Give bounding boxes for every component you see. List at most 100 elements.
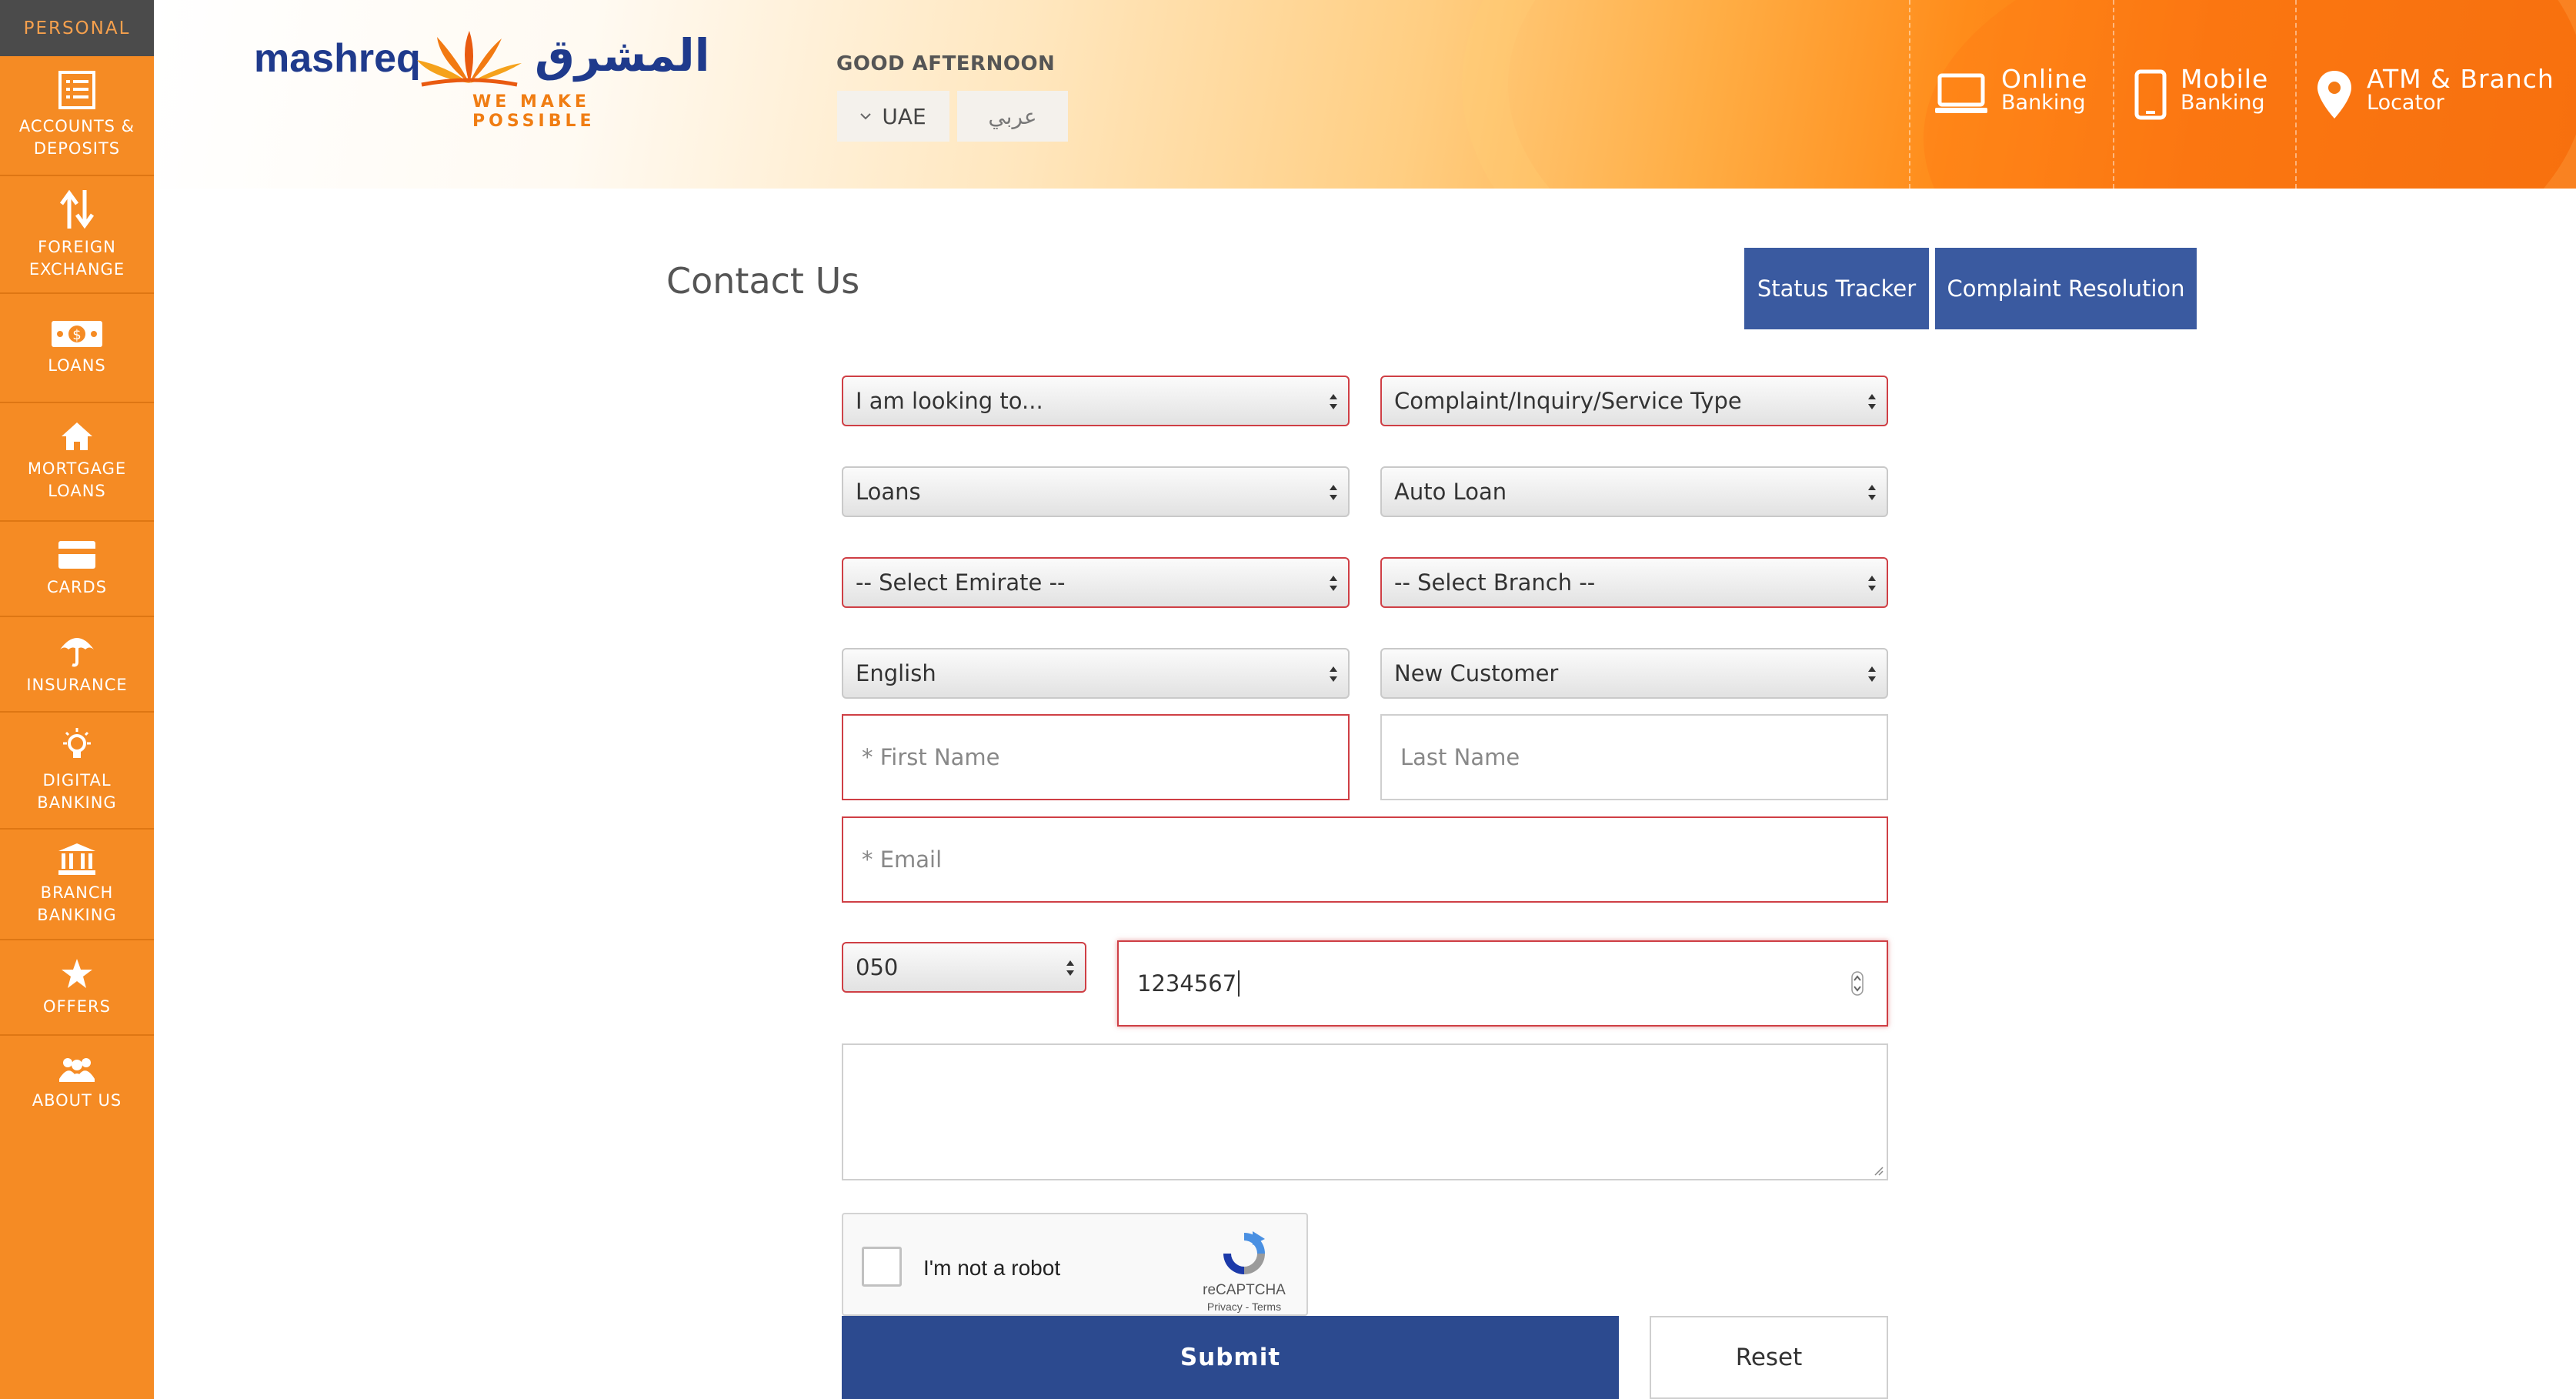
sidebar-item-cards[interactable]: CARDS <box>0 522 154 617</box>
header-divider <box>1909 0 1910 189</box>
select-value: Loans <box>856 479 921 505</box>
recaptcha-privacy-terms-link[interactable]: Privacy - Terms <box>1194 1301 1294 1313</box>
site-header: mashreq المشرق WE MAKE POSSIBLE GOOD AFT… <box>154 0 2576 189</box>
emirate-select[interactable]: -- Select Emirate -- <box>842 557 1350 608</box>
sidebar-item-label: OFFERS <box>43 997 111 1016</box>
complaint-resolution-button[interactable]: Complaint Resolution <box>1935 248 2197 329</box>
header-divider <box>2295 0 2297 189</box>
sidebar-item-branch-banking[interactable]: BRANCH BANKING <box>0 830 154 940</box>
sidebar-item-label: LOANS <box>48 482 106 500</box>
sidebar-nav: PERSONAL ACCOUNTS & DEPOSITS FOREIGN EXC… <box>0 0 154 1399</box>
sidebar-item-foreign-exchange[interactable]: FOREIGN EXCHANGE <box>0 176 154 294</box>
quick-link-atm-branch-locator[interactable]: ATM & Branch Locator <box>2316 66 2554 120</box>
select-arrows-icon <box>1868 666 1876 682</box>
people-icon <box>59 1057 95 1082</box>
language-toggle-arabic[interactable]: عربي <box>957 91 1068 142</box>
select-value: English <box>856 660 936 686</box>
looking-to-select[interactable]: I am looking to... <box>842 376 1350 426</box>
select-value: I am looking to... <box>856 388 1043 414</box>
lightbulb-icon <box>63 728 91 758</box>
quick-link-title: Mobile <box>2181 64 2269 94</box>
status-tracker-button[interactable]: Status Tracker <box>1744 248 1929 329</box>
customer-type-select[interactable]: New Customer <box>1380 648 1888 699</box>
sidebar-item-offers[interactable]: OFFERS <box>0 940 154 1036</box>
page-title: Contact Us <box>666 260 860 302</box>
branch-select[interactable]: -- Select Branch -- <box>1380 557 1888 608</box>
sidebar-item-label: BANKING <box>37 793 117 812</box>
quick-link-subtitle: Locator <box>2367 91 2444 115</box>
sidebar-item-label: INSURANCE <box>26 675 128 694</box>
home-icon <box>62 422 92 450</box>
first-name-field[interactable]: * First Name <box>842 714 1350 800</box>
logo-arabic-wordmark: المشرق <box>535 29 710 82</box>
greeting-text: GOOD AFTERNOON <box>836 52 1056 75</box>
sidebar-item-label: DEPOSITS <box>33 139 121 158</box>
text-cursor <box>1238 970 1240 997</box>
sidebar-item-about-us[interactable]: ABOUT US <box>0 1036 154 1131</box>
select-value: 050 <box>856 954 899 980</box>
money-bill-icon: $ <box>52 320 102 347</box>
sidebar-item-insurance[interactable]: INSURANCE <box>0 617 154 713</box>
last-name-field[interactable]: Last Name <box>1380 714 1888 800</box>
logo-wordmark: mashreq <box>254 36 421 81</box>
recaptcha-label: I'm not a robot <box>923 1256 1061 1280</box>
sidebar-item-digital-banking[interactable]: DIGITAL BANKING <box>0 713 154 830</box>
sidebar-item-label: FOREIGN <box>38 237 116 256</box>
quick-link-subtitle: Banking <box>2181 91 2265 115</box>
reset-button[interactable]: Reset <box>1650 1316 1888 1399</box>
sidebar-item-label: CARDS <box>46 577 108 596</box>
bank-building-icon <box>58 843 95 875</box>
phone-prefix-select[interactable]: 050 <box>842 942 1086 993</box>
select-arrows-icon <box>1868 394 1876 409</box>
laptop-icon <box>1935 73 1987 113</box>
select-value: -- Select Emirate -- <box>856 569 1066 596</box>
product-select[interactable]: Loans <box>842 466 1350 517</box>
sidebar-item-loans[interactable]: $ LOANS <box>0 294 154 403</box>
sidebar-item-label: MORTGAGE <box>27 459 127 478</box>
umbrella-icon <box>60 637 94 666</box>
recaptcha-checkbox[interactable] <box>862 1247 902 1287</box>
quick-link-subtitle: Banking <box>2001 91 2086 115</box>
star-icon <box>62 958 92 988</box>
sidebar-item-label: BRANCH <box>40 883 114 902</box>
message-textarea[interactable] <box>842 1043 1888 1180</box>
credit-card-icon <box>58 540 95 569</box>
resize-handle-icon[interactable] <box>1871 1164 1884 1176</box>
mashreq-logo[interactable]: mashreq المشرق WE MAKE POSSIBLE <box>254 29 710 131</box>
phone-number-value: 1234567 <box>1137 970 1237 997</box>
quick-link-title: ATM & Branch <box>2367 64 2554 94</box>
number-spinner-icon[interactable] <box>1851 971 1864 996</box>
svg-text:$: $ <box>72 327 81 343</box>
language-select[interactable]: English <box>842 648 1350 699</box>
select-arrows-icon <box>1330 666 1337 682</box>
sidebar-item-mortgage-loans[interactable]: MORTGAGE LOANS <box>0 403 154 522</box>
select-arrows-icon <box>1868 485 1876 500</box>
select-value: Complaint/Inquiry/Service Type <box>1394 388 1742 414</box>
select-value: -- Select Branch -- <box>1394 569 1596 596</box>
select-arrows-icon <box>1330 394 1337 409</box>
header-divider <box>2113 0 2114 189</box>
quick-link-online-banking[interactable]: Online Banking <box>1935 66 2087 115</box>
list-icon <box>58 71 95 109</box>
quick-link-mobile-banking[interactable]: Mobile Banking <box>2134 66 2268 120</box>
select-value: New Customer <box>1394 660 1559 686</box>
sunflower-logo-icon <box>417 31 522 87</box>
persona-tab-personal[interactable]: PERSONAL <box>0 0 154 56</box>
quick-link-title: Online <box>2001 64 2088 94</box>
sidebar-item-label: DIGITAL <box>42 771 112 790</box>
select-arrows-icon <box>1330 576 1337 591</box>
recaptcha-brand: reCAPTCHA <box>1203 1282 1286 1298</box>
country-selector[interactable]: UAE <box>837 91 949 142</box>
exchange-arrows-icon <box>59 189 95 229</box>
submit-button[interactable]: Submit <box>842 1316 1619 1399</box>
sidebar-item-accounts-deposits[interactable]: ACCOUNTS & DEPOSITS <box>0 56 154 176</box>
sidebar-item-label: ABOUT US <box>32 1090 122 1110</box>
email-field[interactable]: * Email <box>842 816 1888 903</box>
sidebar-item-label: EXCHANGE <box>28 259 125 279</box>
select-arrows-icon <box>1066 960 1074 976</box>
select-arrows-icon <box>1330 485 1337 500</box>
phone-number-field[interactable]: 1234567 <box>1117 940 1888 1027</box>
service-type-select[interactable]: Complaint/Inquiry/Service Type <box>1380 376 1888 426</box>
logo-tagline: WE MAKE POSSIBLE <box>472 92 596 131</box>
sub-product-select[interactable]: Auto Loan <box>1380 466 1888 517</box>
